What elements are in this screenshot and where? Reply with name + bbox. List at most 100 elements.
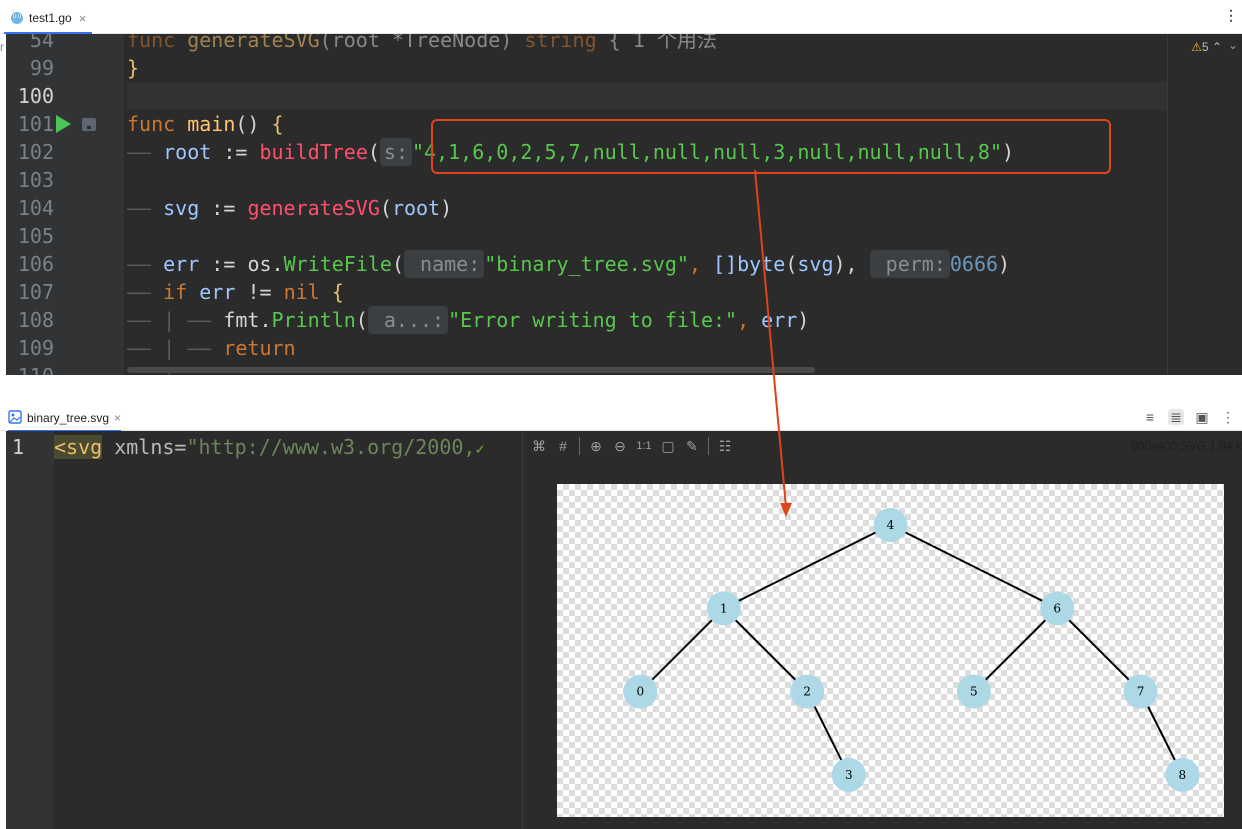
line-number: 103 <box>17 168 54 192</box>
code-token: "binary_tree.svg" <box>484 252 689 276</box>
tree-edge <box>723 607 808 693</box>
line-number-gutter: 54 99 100 101 102 103 104 105 106 107 108 109 110 <box>6 34 124 375</box>
fit-zoom-icon[interactable]: ▢ <box>660 435 676 457</box>
svg-source-editor[interactable]: 1 <svg xmlns="http://www.w3.org/2000,✓ <box>6 431 522 829</box>
code-token: err <box>199 280 236 304</box>
horizontal-scrollbar[interactable] <box>127 367 815 373</box>
chevron-up-icon[interactable]: ⌃ <box>1212 40 1222 54</box>
code-token: generateSVG <box>247 196 380 220</box>
gutter-line: 106 <box>6 250 124 278</box>
warnings-count: 5 <box>1201 40 1209 54</box>
tab-binary-tree-svg[interactable]: binary_tree.svg × <box>8 407 122 432</box>
preview-icon[interactable]: ▣ <box>1194 409 1210 425</box>
code-token: ), <box>833 252 870 276</box>
svg-tab-bar: binary_tree.svg × ≡ ≣ ▣ ⋮ <box>0 403 1242 432</box>
tab-label: binary_tree.svg <box>27 411 110 425</box>
code-token: func <box>127 34 188 52</box>
tree-node-label: 5 <box>970 685 978 699</box>
actual-size-button[interactable]: 1:1 <box>636 435 652 457</box>
run-icon[interactable] <box>56 115 71 133</box>
zoom-in-icon[interactable]: ⊕ <box>588 435 604 457</box>
editor-only-icon[interactable]: ≡ <box>1142 409 1158 425</box>
code-token: ) <box>797 308 810 332</box>
line-number: 102 <box>17 140 54 164</box>
margin-marker: r <box>0 40 4 54</box>
code-line[interactable]: —— | —— fmt.Println( a...: "Error writing… <box>127 306 1167 334</box>
code-token: . <box>259 308 272 332</box>
preview-toolbar: ⌘ # ⊕ ⊖ 1:1 ▢ ✎ ☷ <box>531 435 733 457</box>
code-token: ( <box>391 252 404 276</box>
gutter-line: 109 <box>6 334 124 362</box>
code-line[interactable]: } <box>127 54 1167 82</box>
code-area[interactable]: func generateSVG(root *TreeNode) string … <box>127 34 1167 375</box>
code-token: != <box>235 280 284 304</box>
bookmark-icon[interactable] <box>82 118 96 131</box>
line-number: 110 <box>10 362 54 375</box>
code-token: ( <box>355 308 368 332</box>
tree-node-label: 2 <box>803 685 811 699</box>
code-token: } <box>127 56 140 80</box>
code-token: ( <box>379 196 392 220</box>
tree-node-label: 0 <box>637 685 645 699</box>
divider <box>708 437 709 455</box>
code-line[interactable] <box>127 82 1167 110</box>
parameter-hint: s: <box>379 138 412 166</box>
warnings-indicator[interactable]: ⚠5 ⌃ <box>1191 40 1222 54</box>
more-vertical-icon[interactable]: ⋮ <box>1220 409 1236 425</box>
grid-icon[interactable]: # <box>555 435 571 457</box>
split-view-icon[interactable]: ≣ <box>1168 409 1184 425</box>
go-gopher-icon <box>10 10 24 27</box>
zoom-out-icon[interactable]: ⊖ <box>612 435 628 457</box>
code-line[interactable]: —— svg := generateSVG(root) <box>127 194 1167 222</box>
tree-edge <box>639 607 725 693</box>
attr-tail: , <box>463 435 476 459</box>
gutter-line: 100 <box>6 82 124 110</box>
tab-test1-go[interactable]: test1.go × <box>4 6 93 34</box>
code-line[interactable]: —— if err != nil { <box>127 278 1167 306</box>
go-code-editor[interactable]: 54 99 100 101 102 103 104 105 106 107 108 109 110 fu… <box>6 34 1242 375</box>
chessboard-icon[interactable]: ☷ <box>717 435 733 457</box>
parameter-hint: perm: <box>869 250 950 278</box>
code-token: ) <box>998 252 1011 276</box>
code-token: os <box>247 252 272 276</box>
tree-node-label: 4 <box>887 518 895 532</box>
code-token: string <box>524 34 597 52</box>
close-icon[interactable]: × <box>79 11 87 26</box>
code-token: , <box>688 252 714 276</box>
close-icon[interactable]: × <box>114 411 121 425</box>
code-token: fmt <box>223 308 260 332</box>
code-token: generateSVG <box>187 34 320 52</box>
code-token: svg <box>163 196 200 220</box>
fit-icon[interactable]: ⌘ <box>531 435 547 457</box>
code-line[interactable]: —— err := os.WriteFile( name: "binary_tre… <box>127 250 1167 278</box>
code-token: —— <box>127 196 152 220</box>
tab-label: test1.go <box>29 11 72 25</box>
more-vertical-icon[interactable]: ⋮ <box>1224 8 1238 22</box>
svg-source-line[interactable]: <svg xmlns="http://www.w3.org/2000,✓ <box>54 433 485 463</box>
code-token: byte <box>737 252 786 276</box>
tree-node-label: 1 <box>720 601 728 615</box>
editor-right-strip: ⚠5 ⌃ ⌄ <box>1167 34 1242 375</box>
code-line[interactable]: func generateSVG(root *TreeNode) string … <box>127 34 1167 54</box>
code-token: svg <box>797 252 834 276</box>
code-token: [] <box>713 252 738 276</box>
tree-edge <box>1056 607 1142 693</box>
gutter-line: 104 <box>6 194 124 222</box>
code-token: , <box>737 308 762 332</box>
code-token: main <box>187 112 236 136</box>
warning-icon: ⚠ <box>1191 40 1202 54</box>
tree-node-label: 7 <box>1137 685 1145 699</box>
code-token: root <box>163 140 212 164</box>
code-line[interactable] <box>127 222 1167 250</box>
code-token: . <box>271 252 284 276</box>
attr-value: "http://www.w3.org/2000 <box>186 435 464 459</box>
chevron-down-icon[interactable]: ⌄ <box>1228 38 1238 52</box>
color-picker-icon[interactable]: ✎ <box>684 435 700 457</box>
image-info: 800x400 SVG 1.84 k <box>1131 439 1242 453</box>
code-line[interactable]: —— | —— return <box>127 334 1167 362</box>
code-token: —— | —— <box>127 308 224 332</box>
attr-name: xmlns= <box>102 435 187 459</box>
parameter-hint: name: <box>404 250 485 278</box>
